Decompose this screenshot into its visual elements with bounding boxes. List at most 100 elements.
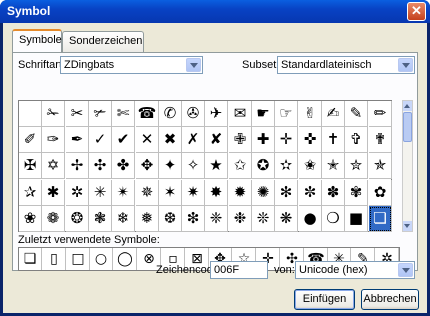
symbol-cell[interactable]: ✼: [299, 180, 322, 206]
symbol-cell[interactable]: ✙: [229, 127, 252, 153]
tab-sonderzeichen[interactable]: Sonderzeichen: [62, 31, 144, 52]
charcode-input[interactable]: 006F: [210, 261, 268, 279]
symbol-cell[interactable]: ✧: [182, 153, 205, 179]
symbol-cell[interactable]: ❇: [182, 206, 205, 232]
from-select[interactable]: Unicode (hex): [295, 261, 415, 279]
symbol-cell[interactable]: ❊: [252, 206, 275, 232]
symbol-cell[interactable]: ❂: [66, 206, 89, 232]
symbol-cell[interactable]: ✆: [159, 101, 182, 127]
symbol-cell[interactable]: ✯: [369, 153, 392, 179]
symbol-cell[interactable]: ★: [205, 153, 228, 179]
symbol-cell[interactable]: ✏: [369, 101, 392, 127]
symbol-cell[interactable]: ✛: [275, 127, 298, 153]
symbol-cell[interactable]: ☎: [136, 101, 159, 127]
symbol-cell[interactable]: ✫: [275, 153, 298, 179]
symbol-cell[interactable]: ✒: [66, 127, 89, 153]
insert-button[interactable]: Einfügen: [294, 289, 355, 310]
symbol-cell[interactable]: ✇: [182, 101, 205, 127]
symbol-cell[interactable]: ✷: [182, 180, 205, 206]
symbol-cell[interactable]: ✺: [252, 180, 275, 206]
symbol-cell[interactable]: ❉: [229, 206, 252, 232]
symbol-cell[interactable]: ■: [345, 206, 368, 232]
subset-select[interactable]: Standardlateinisch: [277, 56, 415, 74]
symbol-cell[interactable]: ✂: [66, 101, 89, 127]
symbol-cell[interactable]: ✕: [136, 127, 159, 153]
symbol-cell[interactable]: ✹: [229, 180, 252, 206]
symbol-cell[interactable]: ✃: [89, 101, 112, 127]
close-button[interactable]: ✕: [407, 2, 426, 21]
symbol-cell[interactable]: ✤: [112, 153, 135, 179]
tab-symbole[interactable]: Symbole: [12, 29, 62, 52]
symbol-cell[interactable]: ✍: [322, 101, 345, 127]
symbol-cell[interactable]: ✔: [112, 127, 135, 153]
symbol-cell[interactable]: ❅: [136, 206, 159, 232]
symbol-cell[interactable]: ●: [299, 206, 322, 232]
symbol-cell[interactable]: ✐: [19, 127, 42, 153]
symbol-cell[interactable]: ❏: [369, 206, 392, 232]
chevron-down-icon[interactable]: [398, 58, 413, 72]
font-select[interactable]: ZDingbats: [60, 56, 203, 74]
symbol-cell[interactable]: ✜: [299, 127, 322, 153]
recent-symbol-cell[interactable]: ▯: [43, 248, 66, 270]
symbol-cell[interactable]: ✎: [345, 101, 368, 127]
symbol-cell[interactable]: ❍: [322, 206, 345, 232]
symbol-cell[interactable]: ✌: [299, 101, 322, 127]
symbol-cell[interactable]: ✽: [322, 180, 345, 206]
cancel-button[interactable]: Abbrechen: [361, 289, 419, 310]
symbol-cell[interactable]: ✈: [205, 101, 228, 127]
scroll-thumb[interactable]: [403, 112, 412, 142]
symbol-cell[interactable]: ❄: [112, 206, 135, 232]
recent-symbol-cell[interactable]: ○: [90, 248, 113, 270]
symbol-cell[interactable]: ✩: [229, 153, 252, 179]
symbol-cell[interactable]: ✬: [299, 153, 322, 179]
scroll-down-button[interactable]: [403, 221, 412, 231]
symbol-cell[interactable]: ☞: [275, 101, 298, 127]
symbol-cell[interactable]: ✰: [19, 180, 42, 206]
symbol-cell[interactable]: ❃: [89, 206, 112, 232]
symbol-cell[interactable]: ✭: [322, 153, 345, 179]
symbol-cell[interactable]: ✳: [89, 180, 112, 206]
symbol-cell[interactable]: ✄: [112, 101, 135, 127]
symbol-cell[interactable]: ✵: [136, 180, 159, 206]
symbol-cell[interactable]: ❀: [19, 206, 42, 232]
recent-symbol-cell[interactable]: ❏: [19, 248, 42, 270]
symbol-cell[interactable]: ❁: [42, 206, 65, 232]
symbol-cell[interactable]: ✑: [42, 127, 65, 153]
symbol-cell[interactable]: ✡: [42, 153, 65, 179]
symbol-cell[interactable]: ✖: [159, 127, 182, 153]
symbol-cell[interactable]: ✻: [275, 180, 298, 206]
symbol-cell[interactable]: ✁: [42, 101, 65, 127]
grid-scrollbar[interactable]: [402, 100, 413, 232]
symbol-cell[interactable]: ✶: [159, 180, 182, 206]
symbol-cell[interactable]: ☛: [252, 101, 275, 127]
symbol-cell[interactable]: ✪: [252, 153, 275, 179]
chevron-down-icon[interactable]: [186, 58, 201, 72]
symbol-cell[interactable]: ✞: [345, 127, 368, 153]
chevron-down-icon[interactable]: [398, 263, 413, 277]
symbol-cell[interactable]: ❈: [205, 206, 228, 232]
symbol-cell[interactable]: ✿: [369, 180, 392, 206]
symbol-cell[interactable]: ✗: [182, 127, 205, 153]
symbol-cell[interactable]: ✣: [89, 153, 112, 179]
recent-symbol-cell[interactable]: □: [67, 248, 90, 270]
symbol-cell[interactable]: [19, 101, 42, 127]
symbol-cell[interactable]: ❆: [159, 206, 182, 232]
symbol-cell[interactable]: ✉: [229, 101, 252, 127]
symbol-cell[interactable]: ✦: [159, 153, 182, 179]
symbol-cell[interactable]: ✸: [205, 180, 228, 206]
symbol-cell[interactable]: ✥: [136, 153, 159, 179]
symbol-cell[interactable]: ✓: [89, 127, 112, 153]
title-bar[interactable]: Symbol ✕: [0, 0, 430, 23]
symbol-cell[interactable]: ✝: [322, 127, 345, 153]
symbol-cell[interactable]: ✴: [112, 180, 135, 206]
symbol-cell[interactable]: ✟: [369, 127, 392, 153]
symbol-cell[interactable]: ✠: [19, 153, 42, 179]
symbol-cell[interactable]: ✲: [66, 180, 89, 206]
recent-symbol-cell[interactable]: ◯: [114, 248, 137, 270]
symbol-cell[interactable]: ✮: [345, 153, 368, 179]
symbol-cell[interactable]: ✚: [252, 127, 275, 153]
symbol-cell[interactable]: ✾: [345, 180, 368, 206]
symbol-cell[interactable]: ✱: [42, 180, 65, 206]
scroll-up-button[interactable]: [403, 101, 412, 111]
symbol-cell[interactable]: ❋: [275, 206, 298, 232]
